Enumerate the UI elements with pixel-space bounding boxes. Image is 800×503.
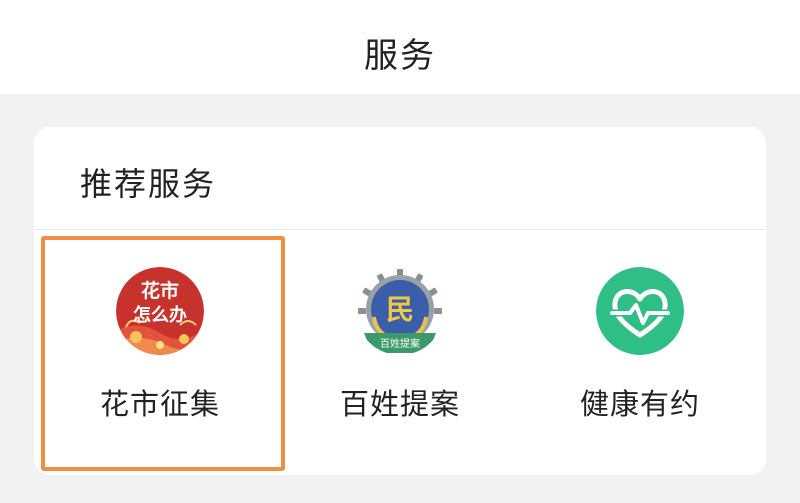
- icon-banner-text: 百姓提案: [380, 337, 420, 350]
- selection-highlight: [41, 236, 285, 471]
- page-title: 服务: [364, 36, 436, 76]
- divider: [34, 229, 766, 230]
- baixing-tian-emblem-icon: 民 百姓提案: [358, 269, 442, 353]
- heart-pulse-icon: [596, 267, 684, 355]
- service-label-baixing: 百姓提案: [339, 387, 460, 421]
- service-tile-health[interactable]: 健康有约: [522, 267, 758, 423]
- service-tile-baixing[interactable]: 民 百姓提案 百姓提案: [282, 267, 518, 423]
- icon-glyph: 民: [386, 293, 414, 326]
- service-label-health: 健康有约: [579, 387, 700, 421]
- section-title: 推荐服务: [80, 165, 217, 203]
- top-header: 服务: [0, 0, 800, 94]
